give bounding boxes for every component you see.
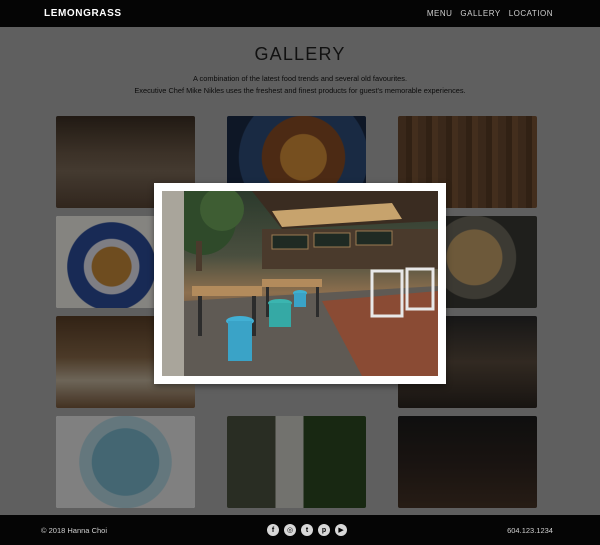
- site-footer: © 2018 Hanna Choi f ◎ t p ▶ 604.123.1234: [0, 515, 600, 545]
- nav-gallery-link[interactable]: GALLERY: [460, 9, 500, 18]
- intro-line-2: Executive Chef Mike Nikles uses the fres…: [134, 86, 466, 95]
- youtube-icon[interactable]: ▶: [335, 524, 348, 536]
- intro-line-1: A combination of the latest food trends …: [192, 74, 408, 83]
- instagram-icon[interactable]: ◎: [284, 524, 297, 536]
- restaurant-interior-photo: [162, 191, 438, 376]
- facebook-icon[interactable]: f: [267, 524, 280, 536]
- site-logo[interactable]: LEMONGRASS: [44, 8, 122, 19]
- social-links: f ◎ t p ▶: [267, 524, 348, 536]
- intro-text: A combination of the latest food trends …: [0, 73, 600, 97]
- main-nav: MENU GALLERY LOCATION: [427, 9, 553, 18]
- copyright-text: © 2018 Hanna Choi: [41, 525, 107, 535]
- page-title: GALLERY: [254, 44, 346, 64]
- pinterest-icon[interactable]: p: [318, 524, 331, 536]
- gallery-tile-garden-path[interactable]: [227, 416, 366, 508]
- lightbox-image-frame[interactable]: [154, 183, 446, 384]
- nav-location-link[interactable]: LOCATION: [509, 9, 553, 18]
- gallery-tile-bowl[interactable]: [56, 416, 195, 508]
- restaurant-interior-illustration: [162, 191, 438, 376]
- phone-number[interactable]: 604.123.1234: [507, 526, 553, 535]
- nav-menu-link[interactable]: MENU: [427, 9, 453, 18]
- gallery-tile-wine-glass[interactable]: [398, 416, 537, 508]
- top-nav-bar: LEMONGRASS MENU GALLERY LOCATION: [0, 0, 600, 27]
- twitter-icon[interactable]: t: [301, 524, 314, 536]
